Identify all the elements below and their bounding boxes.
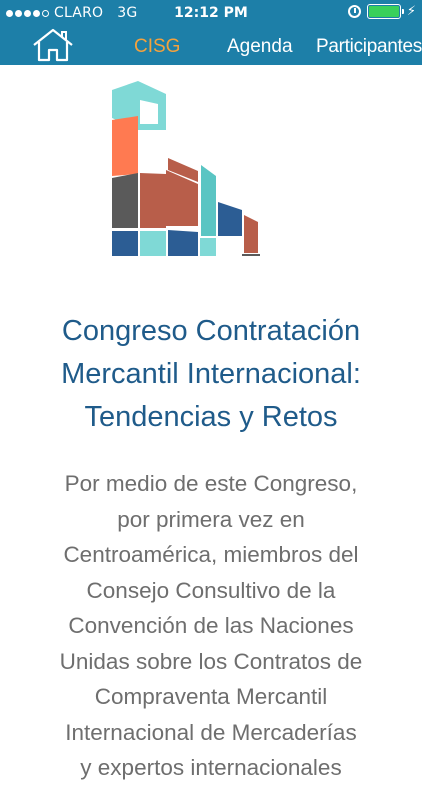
- cisg-logo: [108, 78, 268, 258]
- description-line: por primera vez en: [117, 506, 305, 532]
- page-title: Congreso Contratación Mercantil Internac…: [0, 310, 422, 439]
- description-text: Por medio de este Congreso, por primera …: [0, 466, 422, 786]
- description-line: Por medio de este Congreso,: [64, 471, 358, 496]
- description-line: Unidas sobre los Contratos de: [59, 648, 363, 674]
- home-button[interactable]: [30, 28, 76, 62]
- description-line: Consejo Consultivo de la: [86, 577, 336, 603]
- description-line: Internacional de Mercaderías: [65, 719, 357, 745]
- battery-level: [368, 6, 399, 17]
- top-nav-bar: CISG Agenda Participantes: [0, 28, 422, 65]
- title-line: Mercantil Internacional:: [61, 358, 361, 390]
- tab-participantes[interactable]: Participantes: [316, 36, 422, 58]
- alarm-icon: [347, 5, 361, 18]
- battery-icon: [366, 4, 404, 19]
- status-right: ⚡: [347, 4, 416, 19]
- description-line: Centroamérica, miembros del: [63, 542, 359, 567]
- home-icon: [33, 28, 73, 62]
- description-line: Compraventa Mercantil: [94, 684, 328, 709]
- title-line: Congreso Contratación: [61, 315, 361, 347]
- tab-agenda[interactable]: Agenda: [227, 36, 293, 58]
- charging-icon: ⚡: [406, 4, 416, 19]
- tab-cisg[interactable]: CISG: [134, 36, 180, 58]
- description-line: Convención de las Naciones: [68, 613, 354, 638]
- status-bar: CLARO 3G 12:12 PM ⚡: [0, 0, 422, 28]
- description-line: y expertos internacionales: [80, 755, 342, 780]
- title-line: Tendencias y Retos: [84, 401, 338, 433]
